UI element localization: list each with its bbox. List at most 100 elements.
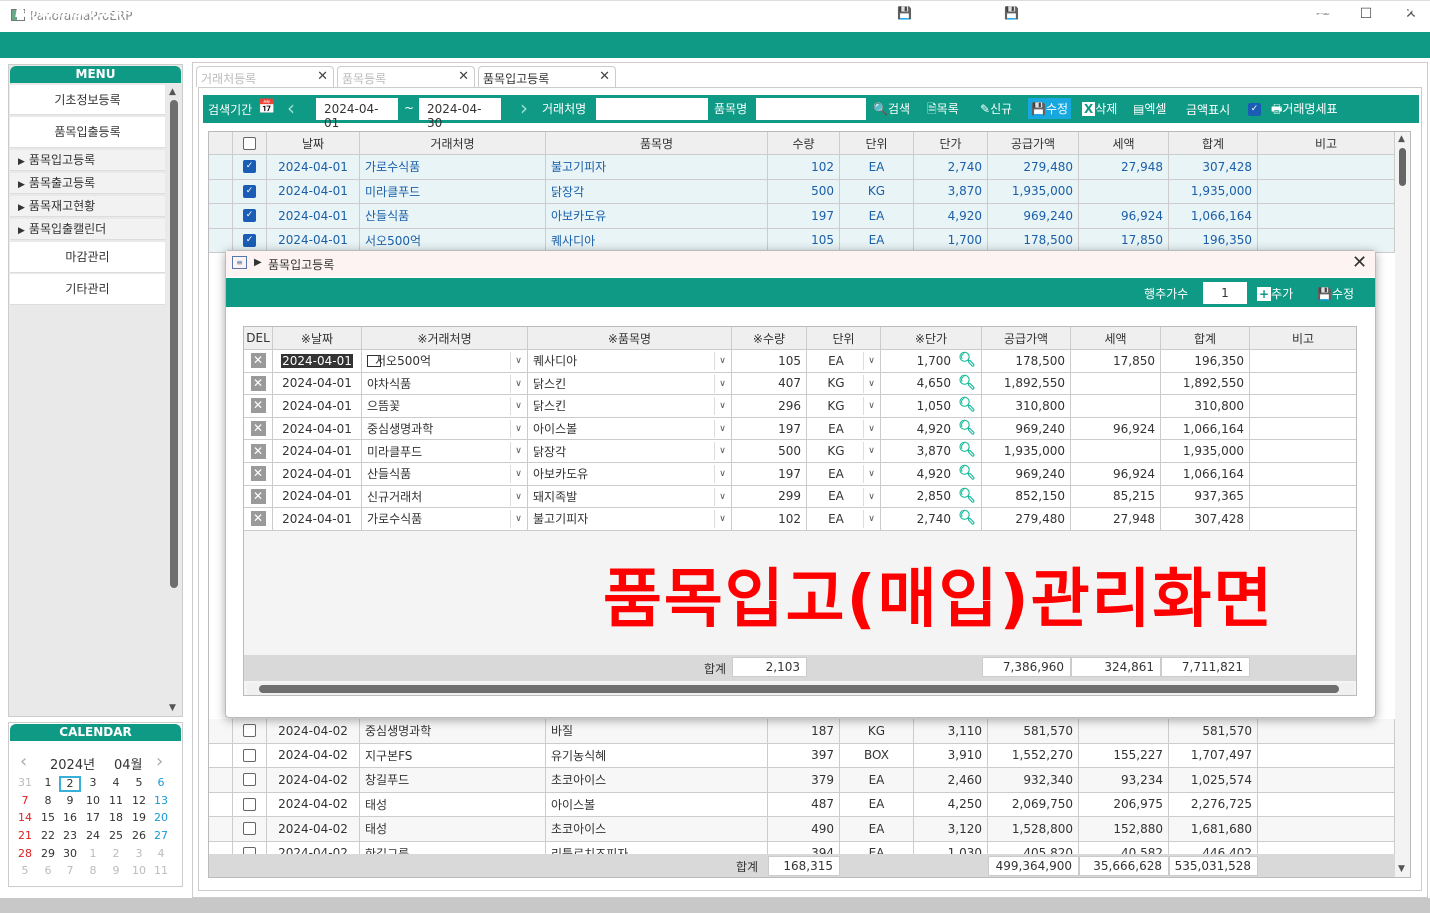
calendar-day[interactable]: 7: [14, 794, 36, 807]
add-row-button[interactable]: + 추가: [1257, 285, 1293, 302]
cell-total[interactable]: 1,935,000: [1161, 440, 1250, 462]
cell-date[interactable]: 2024-04-01: [273, 508, 362, 530]
date-from-input[interactable]: 2024-04-01: [316, 98, 398, 130]
cell-note[interactable]: [1250, 440, 1356, 462]
row-checkbox[interactable]: [243, 773, 256, 787]
header-button-1[interactable]: 💾 백업: [1004, 4, 1043, 21]
cell-note[interactable]: [1250, 463, 1356, 485]
row-checkbox[interactable]: ✓: [243, 233, 256, 247]
cell-total[interactable]: 1,066,164: [1161, 463, 1250, 485]
next-period-icon[interactable]: ›: [520, 96, 528, 120]
cell-qty[interactable]: 296: [732, 395, 807, 417]
scroll-up-icon[interactable]: ▲: [1398, 134, 1405, 144]
cell-note[interactable]: [1250, 350, 1356, 372]
dropdown-chevron-icon[interactable]: ∨: [714, 374, 730, 393]
prev-period-icon[interactable]: ‹: [287, 96, 295, 120]
calendar-day[interactable]: 10: [82, 794, 104, 807]
cell-unit[interactable]: EA ∨: [807, 417, 881, 440]
calendar-day[interactable]: 5: [14, 864, 36, 877]
cell-total[interactable]: 196,350: [1161, 350, 1250, 372]
delete-button[interactable]: X 삭제: [1082, 100, 1117, 117]
calendar-day[interactable]: 18: [105, 811, 127, 824]
cell-tax[interactable]: [1071, 440, 1161, 462]
cell-item[interactable]: 닭스킨 ∨: [528, 372, 732, 395]
cell-item[interactable]: 아이스볼 ∨: [528, 417, 732, 440]
calendar-day[interactable]: 29: [37, 847, 59, 860]
entry-row[interactable]: ✕ 2024-04-01 미라클푸드 ∨ 닭장각 ∨ 500 KG ∨ 3,870 🔍︎ 1,935,…: [244, 440, 1356, 463]
calendar-day[interactable]: 9: [105, 864, 127, 877]
calendar-day[interactable]: 19: [128, 811, 150, 824]
item-input[interactable]: [756, 98, 866, 120]
cell-note[interactable]: [1250, 508, 1356, 530]
cell-supply[interactable]: 178,500: [982, 350, 1071, 372]
calendar-day[interactable]: 17: [82, 811, 104, 824]
cell-supply[interactable]: 310,800: [982, 395, 1071, 417]
dropdown-chevron-icon[interactable]: ∨: [510, 352, 526, 370]
sidebar-item-3[interactable]: ▶ 품목출고등록: [10, 173, 165, 194]
cell-item[interactable]: 닭스킨 ∨: [528, 395, 732, 417]
cell-supply[interactable]: 279,480: [982, 508, 1071, 530]
cell-tax[interactable]: [1071, 395, 1161, 417]
delete-row-icon[interactable]: ✕: [250, 443, 266, 459]
dropdown-chevron-icon[interactable]: ∨: [510, 374, 526, 393]
tab-0[interactable]: 거래처등록 ✕: [196, 66, 334, 87]
cell-item[interactable]: 퀘사디아 ∨: [528, 350, 732, 372]
cell-vendor[interactable]: 으뜸꽃 ∨: [362, 395, 528, 417]
cell-qty[interactable]: 102: [732, 508, 807, 530]
dropdown-chevron-icon[interactable]: ∨: [510, 442, 526, 461]
cell-date[interactable]: 2024-04-01: [273, 350, 362, 372]
calendar-day[interactable]: 3: [128, 847, 150, 860]
header-button-3[interactable]: ◙ 캡처: [1142, 4, 1178, 21]
cell-unit[interactable]: KG ∨: [807, 395, 881, 417]
table-row[interactable]: 2024-04-02 태성 아이스볼 487 EA 4,250 2,069,750 206,9…: [209, 792, 1397, 817]
table-row[interactable]: 2024-04-02 태성 초코아이스 490 EA 3,120 1,528,800 152,…: [209, 817, 1397, 842]
delete-row-icon[interactable]: ✕: [250, 488, 266, 504]
header-button-2[interactable]: ▦ 계산기: [1069, 4, 1115, 21]
cell-total[interactable]: 1,892,550: [1161, 372, 1250, 395]
tab-close-icon[interactable]: ✕: [458, 69, 469, 84]
cell-item[interactable]: 불고기피자 ∨: [528, 508, 732, 530]
dropdown-chevron-icon[interactable]: ∨: [863, 397, 879, 416]
dropdown-chevron-icon[interactable]: ∨: [714, 419, 730, 438]
entry-row[interactable]: ✕ 2024-04-01 으뜸꽃 ∨ 닭스킨 ∨ 296 KG ∨ 1,050 🔍︎ 310,800 3…: [244, 395, 1356, 418]
tab-close-icon[interactable]: ✕: [317, 69, 328, 84]
calendar-day[interactable]: 15: [37, 811, 59, 824]
row-checkbox[interactable]: [243, 724, 256, 738]
select-all-checkbox[interactable]: [243, 136, 256, 150]
cell-supply[interactable]: 1,935,000: [982, 440, 1071, 462]
calendar-day[interactable]: 1: [82, 847, 104, 860]
dropdown-chevron-icon[interactable]: ∨: [863, 419, 879, 438]
calendar-day[interactable]: 24: [82, 829, 104, 842]
cell-unit[interactable]: KG ∨: [807, 372, 881, 395]
cell-tax[interactable]: [1071, 372, 1161, 395]
cell-date[interactable]: 2024-04-01: [273, 463, 362, 485]
tab-2[interactable]: 품목입고등록 ✕: [478, 66, 616, 87]
cell-note[interactable]: [1250, 486, 1356, 508]
calendar-day[interactable]: 12: [128, 794, 150, 807]
cell-price[interactable]: 2,850 🔍︎: [881, 485, 982, 508]
calendar-day[interactable]: 14: [14, 811, 36, 824]
calendar-day[interactable]: 5: [128, 776, 150, 789]
cell-vendor[interactable]: 중심생명과학 ∨: [362, 417, 528, 440]
cell-date[interactable]: 2024-04-01: [273, 417, 362, 440]
dropdown-chevron-icon[interactable]: ∨: [863, 487, 879, 506]
grid-scrollbar[interactable]: [1395, 132, 1410, 877]
calendar-day[interactable]: 26: [128, 829, 150, 842]
dropdown-chevron-icon[interactable]: ∨: [714, 487, 730, 506]
cell-unit[interactable]: EA ∨: [807, 350, 881, 372]
cell-supply[interactable]: 1,892,550: [982, 372, 1071, 395]
excel-button[interactable]: ▤엑셀: [1133, 100, 1166, 117]
cell-total[interactable]: 1,066,164: [1161, 417, 1250, 440]
table-row[interactable]: ✓ 2024-04-01 산들식품 아보카도유 197 EA 4,920 969,240 96,…: [209, 204, 1397, 229]
calendar-day[interactable]: 16: [59, 811, 81, 824]
cell-qty[interactable]: 197: [732, 463, 807, 485]
entry-row[interactable]: ✕ 2024-04-01 신규거래처 ∨ 돼지족발 ∨ 299 EA ∨ 2,850 🔍︎ 852,1…: [244, 485, 1356, 509]
cell-supply[interactable]: 969,240: [982, 417, 1071, 440]
cell-total[interactable]: 310,800: [1161, 395, 1250, 417]
dropdown-chevron-icon[interactable]: ∨: [510, 397, 526, 416]
cell-tax[interactable]: 96,924: [1071, 463, 1161, 485]
calendar-day[interactable]: 9: [59, 794, 81, 807]
entry-row[interactable]: ✕ 2024-04-01 서오500억 ∨ 퀘사디아 ∨ 105 EA ∨ 1,700 🔍︎ 178,…: [244, 350, 1356, 373]
show-amount-checkbox[interactable]: ✓: [1248, 103, 1261, 116]
calendar-day[interactable]: 28: [14, 847, 36, 860]
